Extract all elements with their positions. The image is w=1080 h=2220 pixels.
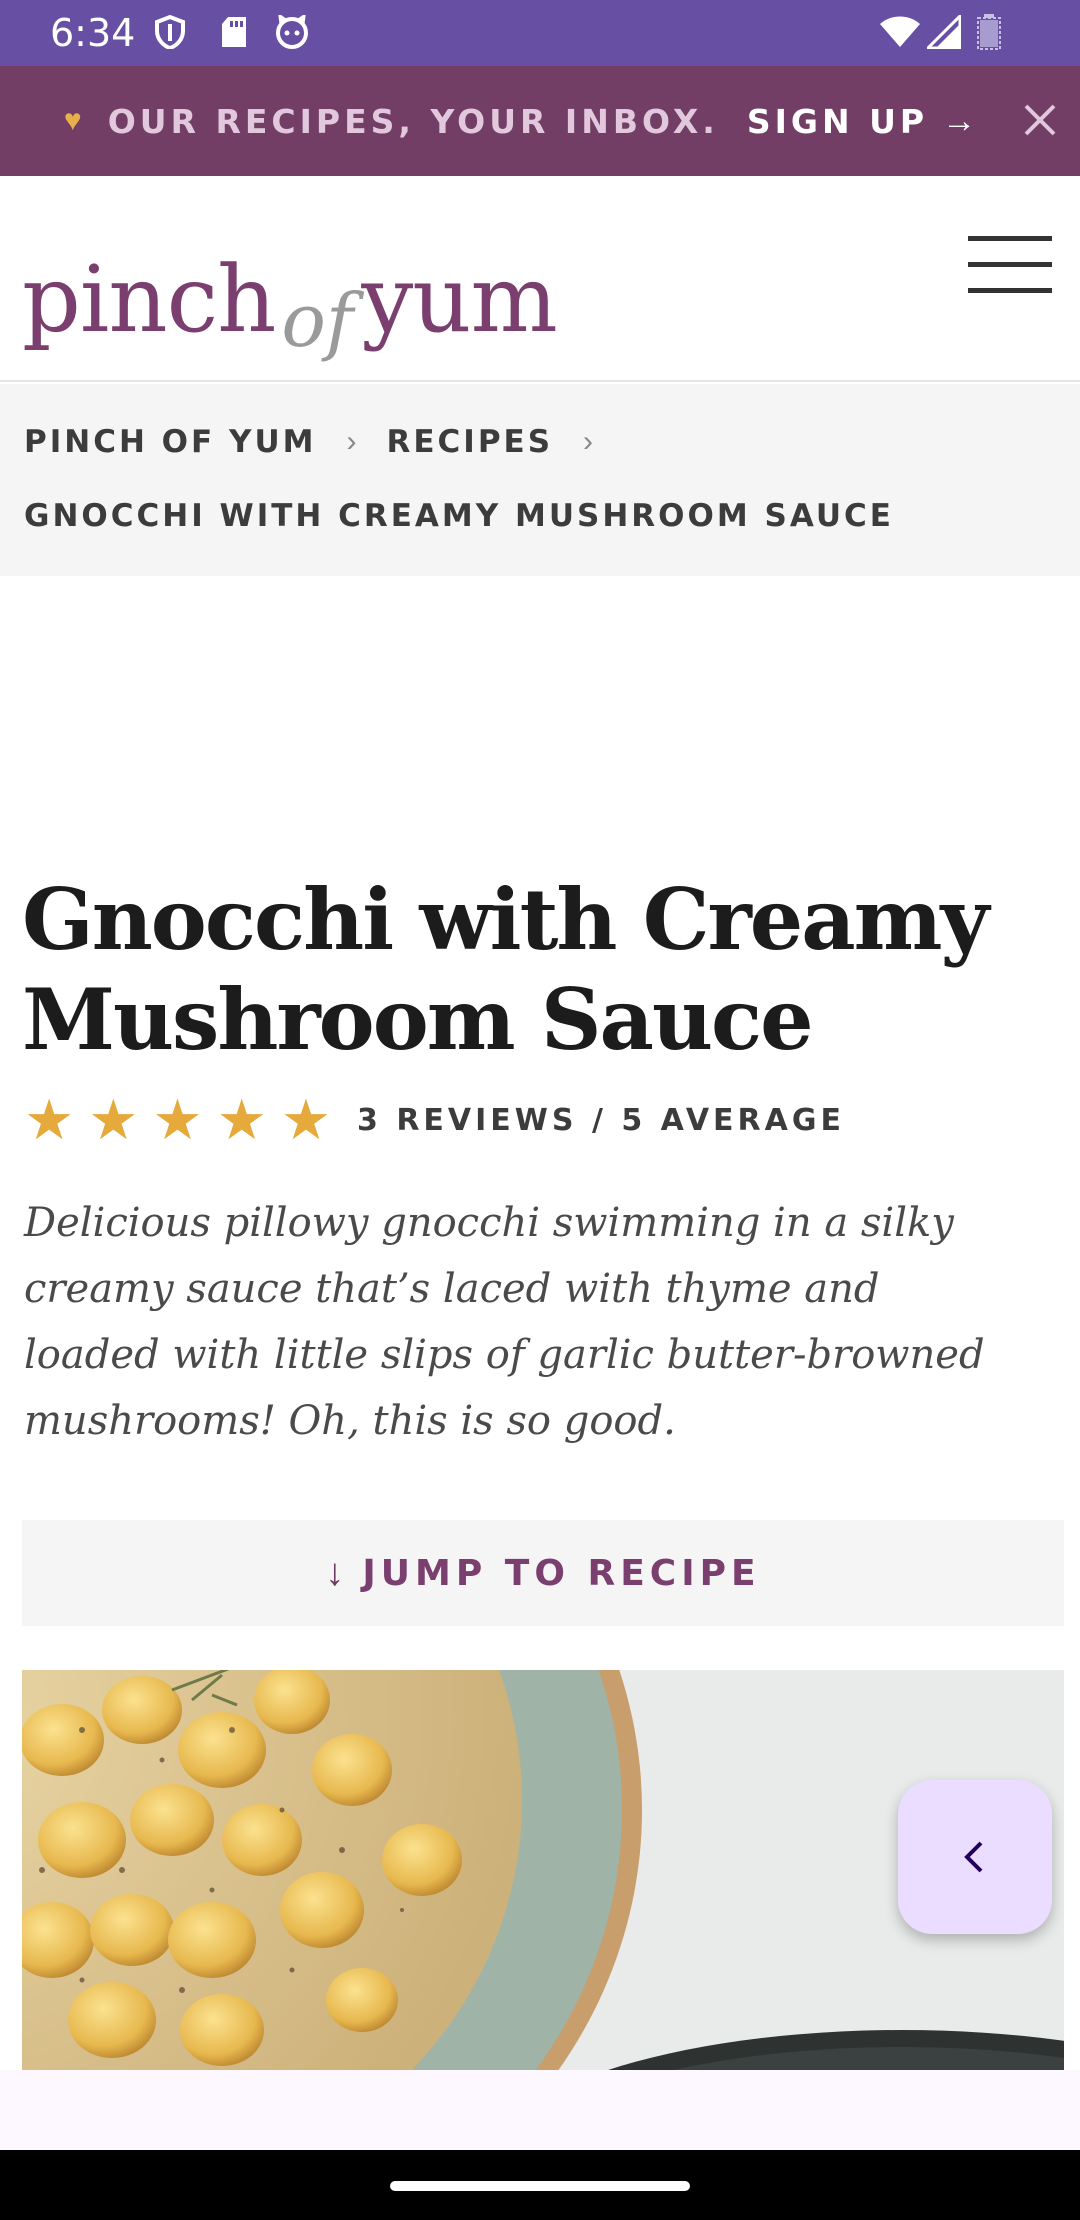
sd-card-icon [216,14,252,50]
jump-to-recipe-button[interactable]: ↓ JUMP TO RECIPE [22,1520,1064,1626]
close-icon [1024,104,1056,136]
chevron-right-icon: › [583,425,594,458]
breadcrumb-current: GNOCCHI WITH CREAMY MUSHROOM SAUCE [24,498,894,534]
star-icon: ★ [216,1088,267,1151]
sign-up-link[interactable]: SIGN UP [747,102,928,141]
battery-icon [976,14,1002,50]
menu-bar [968,288,1052,293]
breadcrumb: PINCH OF YUM › RECIPES › GNOCCHI WITH CR… [0,384,1080,576]
arrow-right-icon[interactable]: → [942,102,976,141]
star-icon: ★ [24,1088,75,1151]
breadcrumb-home-link[interactable]: PINCH OF YUM [24,424,316,460]
newsletter-banner: ♥ OUR RECIPES, YOUR INBOX. SIGN UP → [0,66,1080,176]
hamburger-menu-button[interactable] [968,228,1052,302]
banner-text: OUR RECIPES, YOUR INBOX. [107,101,719,141]
site-header: pinch of yum [0,176,1080,382]
menu-bar [968,236,1052,241]
collapse-panel-button[interactable] [898,1780,1052,1934]
recipe-description: Delicious pillowy gnocchi swimming in a … [24,1200,985,1444]
system-navigation-bar [0,2150,1080,2220]
wifi-icon [878,14,922,50]
menu-bar [968,262,1052,267]
star-icon: ★ [280,1088,332,1151]
close-banner-button[interactable] [1018,98,1062,142]
logo-yum: yum [361,246,557,353]
recipe-title: Gnocchi with Creamy Mushroom Sauce [22,870,1042,1070]
star-icon: ★ [88,1088,139,1151]
logo-of: of [281,278,354,364]
jump-to-recipe-label: JUMP TO RECIPE [362,1552,761,1594]
status-bar: 6:34 [0,0,1080,66]
shield-icon [152,14,188,50]
recipe-title-line2: Mushroom Sauce [22,970,814,1069]
arrow-down-icon: ↓ [325,1551,345,1594]
star-icon: ★ [152,1088,203,1151]
recipe-title-line1: Gnocchi with Creamy [22,870,989,969]
chevron-left-icon [964,1841,983,1873]
signal-icon [926,14,962,50]
logo-pinch: pinch [22,246,276,353]
cat-icon [274,14,310,50]
status-time: 6:34 [50,11,136,55]
page-bottom [0,2070,1080,2150]
rating[interactable]: ★ ★ ★ ★ ★ 3 REVIEWS / 5 AVERAGE [24,1090,845,1150]
reviews-summary-link[interactable]: 3 REVIEWS / 5 AVERAGE [357,1103,845,1138]
chevron-right-icon: › [346,425,357,458]
breadcrumb-recipes-link[interactable]: RECIPES [386,424,553,460]
heart-icon: ♥ [63,104,82,137]
home-gesture-handle[interactable] [390,2181,690,2191]
site-logo[interactable]: pinch of yum [22,206,558,365]
